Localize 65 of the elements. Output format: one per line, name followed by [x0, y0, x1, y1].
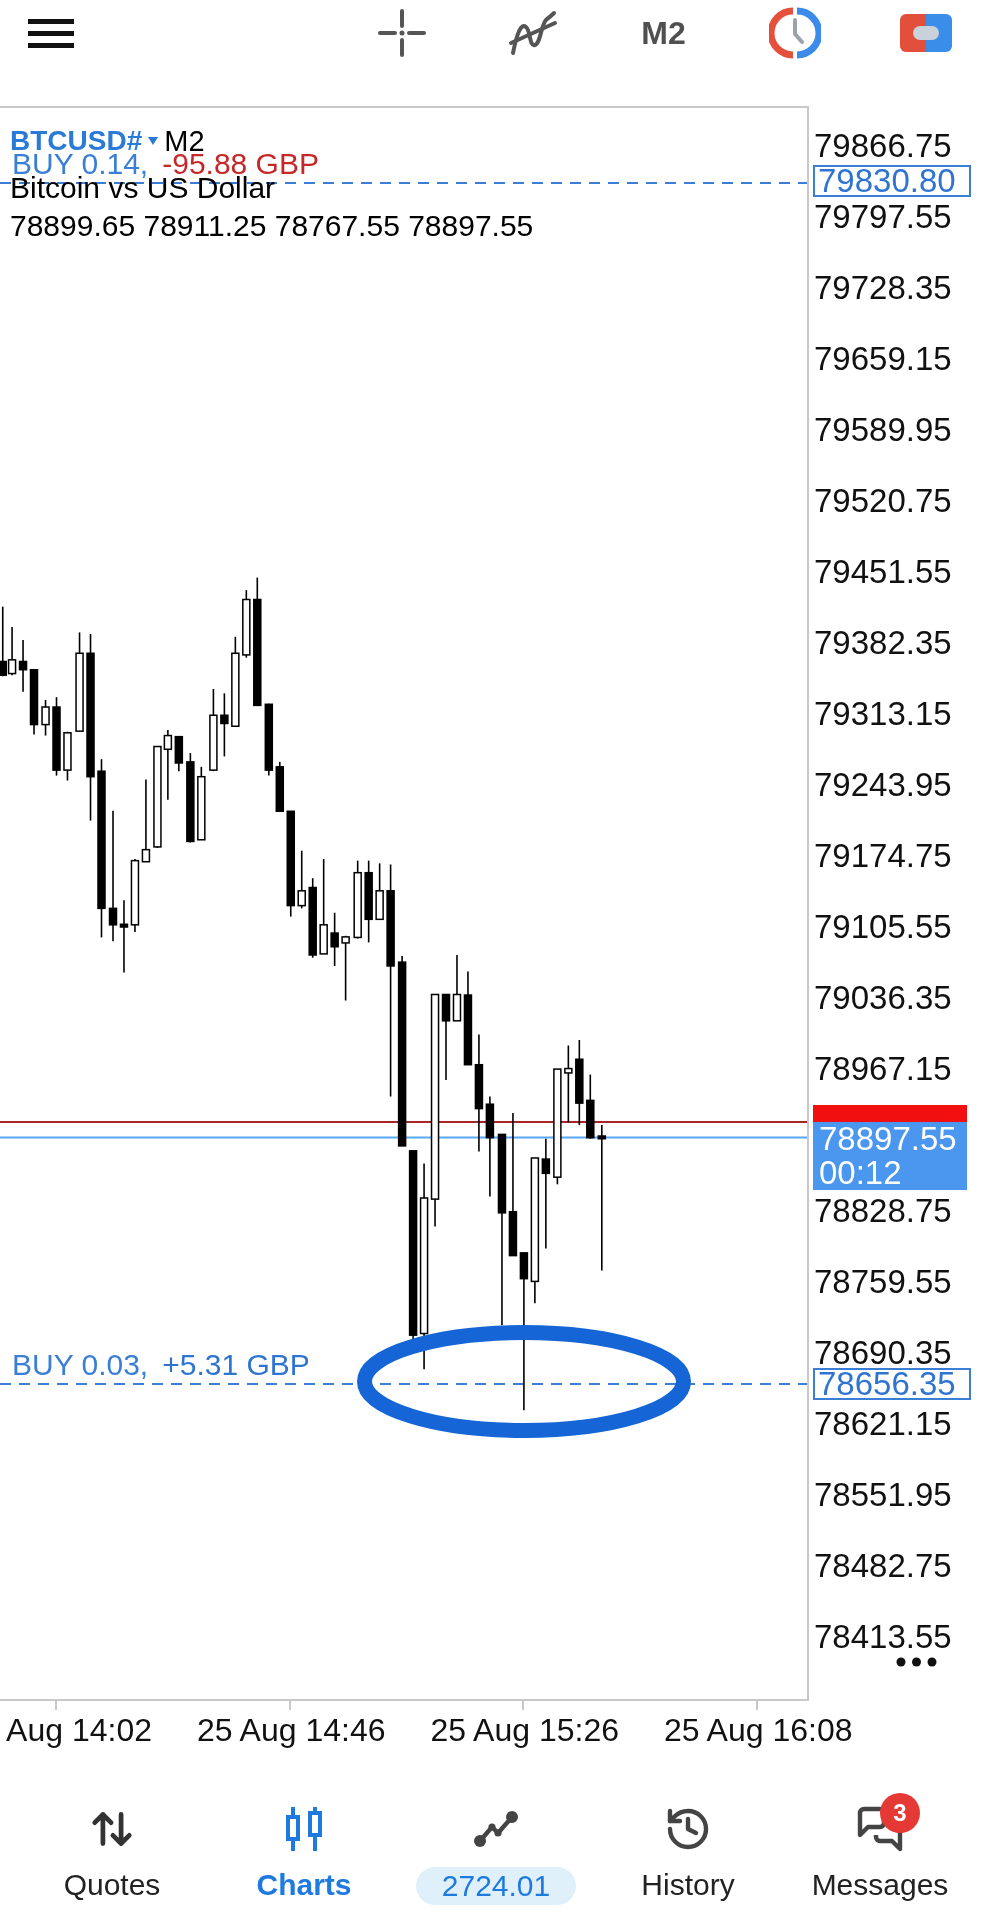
price-axis-label: 79105.55: [813, 910, 952, 944]
candlestick-icon: [283, 1805, 325, 1853]
price-axis-label: 78690.35: [813, 1336, 952, 1370]
wave-icon[interactable]: [506, 9, 559, 57]
price-axis-label: 79174.75: [813, 839, 952, 873]
price-axis-label: 78759.55: [813, 1265, 952, 1299]
candle: [41, 699, 50, 737]
price-axis-label: 78551.95: [813, 1478, 952, 1512]
candle: [242, 589, 251, 659]
price-axis-label: 78413.55: [813, 1620, 952, 1654]
order-line[interactable]: [0, 182, 807, 184]
candle: [297, 849, 306, 910]
time-axis-label: 25 Aug 16:08: [663, 1711, 853, 1749]
price-axis-label: 79382.35: [813, 626, 952, 660]
bid-price: 78897.55: [819, 1122, 957, 1156]
time-axis-label: Aug 14:02: [6, 1711, 152, 1749]
price-axis-label: 79659.15: [813, 342, 952, 376]
unread-count-badge: 3: [880, 1793, 920, 1833]
caret-icon[interactable]: [148, 137, 159, 145]
bar-countdown: 00:12: [819, 1156, 902, 1190]
price-axis-label: 78482.75: [813, 1549, 952, 1583]
price-axis-label: 78967.15: [813, 1052, 952, 1086]
nav-tab[interactable]: Charts: [256, 1793, 352, 1903]
crosshair-icon[interactable]: [377, 9, 426, 57]
candle: [341, 935, 350, 1002]
price-axis-label: 79313.15: [813, 697, 952, 731]
candle: [63, 730, 72, 782]
price-axis-label: 78621.15: [813, 1407, 952, 1441]
order-profit: +5.31 GBP: [162, 1350, 310, 1380]
order-price-tag: 78656.35: [813, 1368, 971, 1400]
nav-tab[interactable]: Quotes: [63, 1793, 161, 1903]
timeframe-label: M2: [164, 128, 205, 155]
time-axis-label: 25 Aug 14:46: [196, 1711, 386, 1749]
price-axis-label: 79520.75: [813, 484, 952, 518]
line-chart-icon: [472, 1809, 520, 1849]
timeframe-button[interactable]: M2: [641, 14, 686, 52]
candle: [29, 668, 39, 736]
ohlc-values: 78899.65 78911.25 78767.55 78897.55: [10, 208, 534, 242]
menu-icon[interactable]: [28, 18, 74, 48]
clock-icon[interactable]: [768, 7, 821, 59]
nav-tab[interactable]: 2724.01: [415, 1793, 577, 1905]
price-axis-label: 79866.75: [813, 129, 952, 163]
price-axis-label: 79243.95: [813, 768, 952, 802]
time-axis-label: 25 Aug 15:26: [430, 1711, 619, 1749]
candle: [375, 862, 384, 921]
price-axis-label: 79728.35: [813, 271, 952, 305]
candle: [586, 1073, 595, 1140]
price-axis-label: 79451.55: [813, 555, 952, 589]
price-axis-label: 79036.35: [813, 981, 952, 1015]
toggle-icon[interactable]: [899, 14, 952, 52]
more-icon[interactable]: [896, 1657, 937, 1667]
order-price-tag: 79830.80: [813, 165, 971, 197]
balance-pill: 2724.01: [415, 1867, 577, 1905]
candle: [220, 692, 229, 758]
candle: [18, 639, 28, 693]
price-axis-label: 79589.95: [813, 413, 952, 447]
order-label: BUY 0.03,: [12, 1350, 149, 1380]
symbol-label[interactable]: BTCUSD#: [10, 128, 143, 154]
nav-tab[interactable]: History: [641, 1793, 735, 1903]
price-axis-label: 78828.75: [813, 1194, 952, 1228]
nav-tab[interactable]: 3 Messages: [811, 1793, 949, 1903]
candle: [452, 954, 462, 1022]
price-axis-label: 79797.55: [813, 200, 952, 234]
candle: [330, 911, 339, 967]
up-down-arrows-icon: [90, 1809, 134, 1849]
